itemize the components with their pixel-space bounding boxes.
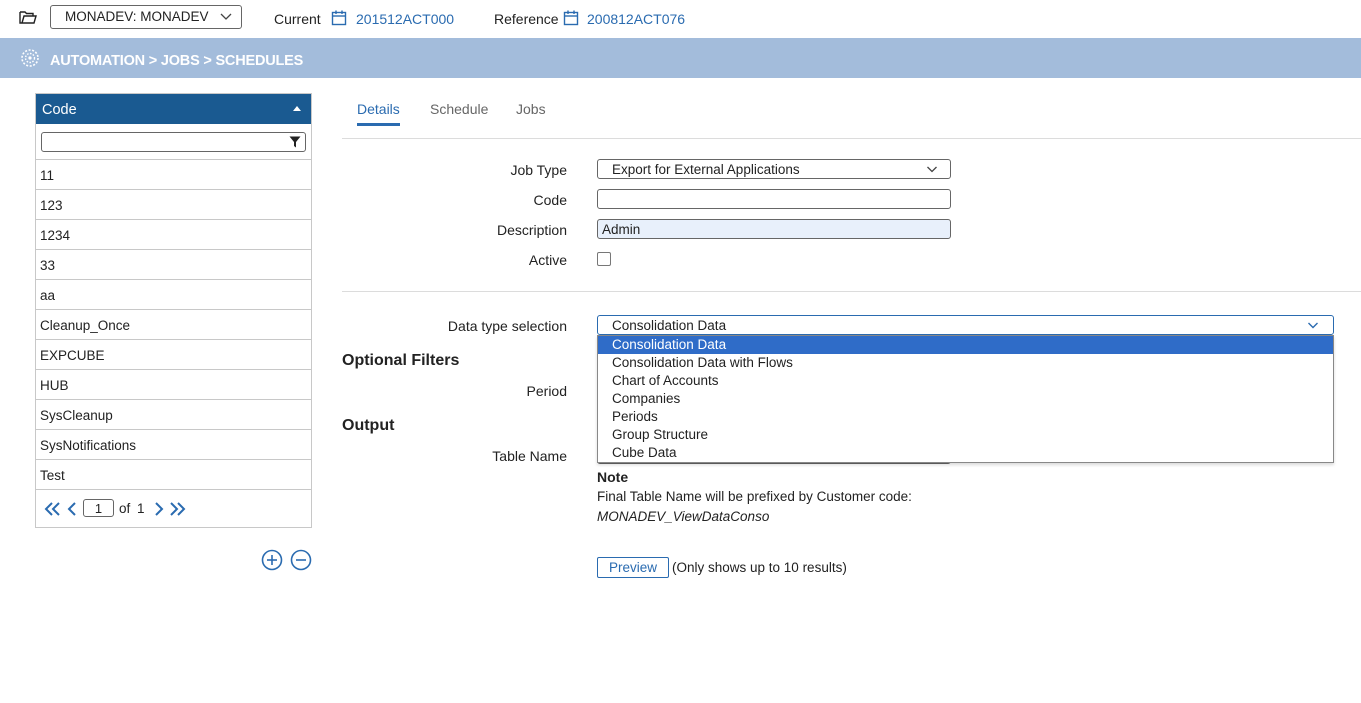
list-item[interactable]: Cleanup_Once xyxy=(36,310,311,340)
current-period-link[interactable]: 201512ACT000 xyxy=(356,11,454,27)
data-type-selection-label: Data type selection xyxy=(447,318,567,334)
list-item[interactable]: 33 xyxy=(36,250,311,280)
filter-row xyxy=(36,124,311,160)
page-number-input[interactable]: 1 xyxy=(83,499,114,517)
optional-filters-heading: Optional Filters xyxy=(342,352,460,369)
sort-ascending-icon xyxy=(293,106,301,111)
calendar-icon[interactable] xyxy=(563,10,579,26)
tab-details[interactable]: Details xyxy=(357,101,400,117)
description-label: Description xyxy=(496,222,567,238)
dropdown-option[interactable]: Group Structure xyxy=(598,426,1333,444)
job-type-value: Export for External Applications xyxy=(612,162,800,177)
tab-schedule[interactable]: Schedule xyxy=(430,101,488,117)
code-label: Code xyxy=(533,192,567,208)
active-checkbox[interactable] xyxy=(597,252,611,266)
chevron-down-icon xyxy=(927,166,937,173)
dropdown-option[interactable]: Chart of Accounts xyxy=(598,372,1333,390)
list-item[interactable]: 123 xyxy=(36,190,311,220)
list-item[interactable]: Test xyxy=(36,460,311,490)
next-page-icon[interactable] xyxy=(148,501,168,517)
environment-select-value: MONADEV: MONADEV xyxy=(65,9,209,24)
current-label: Current xyxy=(274,11,321,27)
table-name-prefix-example: MONADEV_ViewDataConso xyxy=(597,509,770,524)
note-text: Final Table Name will be prefixed by Cus… xyxy=(597,489,912,504)
dropdown-option[interactable]: Consolidation Data with Flows xyxy=(598,354,1333,372)
job-type-label: Job Type xyxy=(510,162,567,178)
code-column-header-label: Code xyxy=(42,102,77,118)
folder-icon[interactable] xyxy=(19,9,37,25)
data-type-select-value: Consolidation Data xyxy=(612,318,727,333)
list-item[interactable]: 11 xyxy=(36,160,311,190)
active-label: Active xyxy=(528,252,567,268)
list-item[interactable]: SysCleanup xyxy=(36,400,311,430)
app-logo-icon xyxy=(21,49,39,67)
chevron-down-icon xyxy=(1308,322,1318,329)
list-item[interactable]: SysNotifications xyxy=(36,430,311,460)
code-input[interactable] xyxy=(597,189,951,209)
code-column-header[interactable]: Code xyxy=(36,94,311,124)
previous-page-icon[interactable] xyxy=(63,501,83,517)
add-schedule-button[interactable] xyxy=(261,549,283,571)
tab-jobs[interactable]: Jobs xyxy=(516,101,546,117)
code-filter-input[interactable] xyxy=(41,132,306,152)
divider xyxy=(342,138,1361,139)
dropdown-option[interactable]: Cube Data xyxy=(598,444,1333,462)
output-heading: Output xyxy=(342,417,395,434)
page-total: 1 xyxy=(137,501,145,516)
preview-button[interactable]: Preview xyxy=(597,557,669,578)
data-type-select[interactable]: Consolidation Data xyxy=(597,315,1334,335)
divider xyxy=(342,291,1361,292)
page-of-label: of xyxy=(119,501,131,516)
data-type-dropdown-list: Consolidation Data Consolidation Data wi… xyxy=(597,335,1334,463)
chevron-down-icon xyxy=(220,13,232,20)
last-page-icon[interactable] xyxy=(167,501,187,517)
list-item[interactable]: 1234 xyxy=(36,220,311,250)
breadcrumb-bar: AUTOMATION > JOBS > SCHEDULES xyxy=(0,38,1361,78)
job-type-select[interactable]: Export for External Applications xyxy=(597,159,951,179)
note-title: Note xyxy=(597,469,629,485)
first-page-icon[interactable] xyxy=(43,501,63,517)
list-item[interactable]: aa xyxy=(36,280,311,310)
description-input[interactable]: Admin xyxy=(597,219,951,239)
dropdown-option[interactable]: Periods xyxy=(598,408,1333,426)
top-bar: MONADEV: MONADEV Current 201512ACT000 Re… xyxy=(0,0,1361,38)
reference-label: Reference xyxy=(494,11,559,27)
active-tab-indicator xyxy=(357,123,400,126)
calendar-icon[interactable] xyxy=(331,10,347,26)
dropdown-option-selected[interactable]: Consolidation Data xyxy=(598,336,1333,354)
pager: 1 of 1 xyxy=(36,492,311,528)
filter-icon[interactable] xyxy=(289,136,301,148)
table-name-label: Table Name xyxy=(492,448,567,464)
preview-note: (Only shows up to 10 results) xyxy=(672,560,847,575)
dropdown-option[interactable]: Companies xyxy=(598,390,1333,408)
environment-select[interactable]: MONADEV: MONADEV xyxy=(50,5,242,29)
remove-schedule-button[interactable] xyxy=(290,549,312,571)
list-item[interactable]: EXPCUBE xyxy=(36,340,311,370)
reference-period-link[interactable]: 200812ACT076 xyxy=(587,11,685,27)
period-label: Period xyxy=(526,383,567,399)
list-item[interactable]: HUB xyxy=(36,370,311,400)
breadcrumb: AUTOMATION > JOBS > SCHEDULES xyxy=(50,53,304,69)
schedule-code-list: Code 11 123 1234 33 aa Cleanup_Once EXPC… xyxy=(35,93,312,528)
